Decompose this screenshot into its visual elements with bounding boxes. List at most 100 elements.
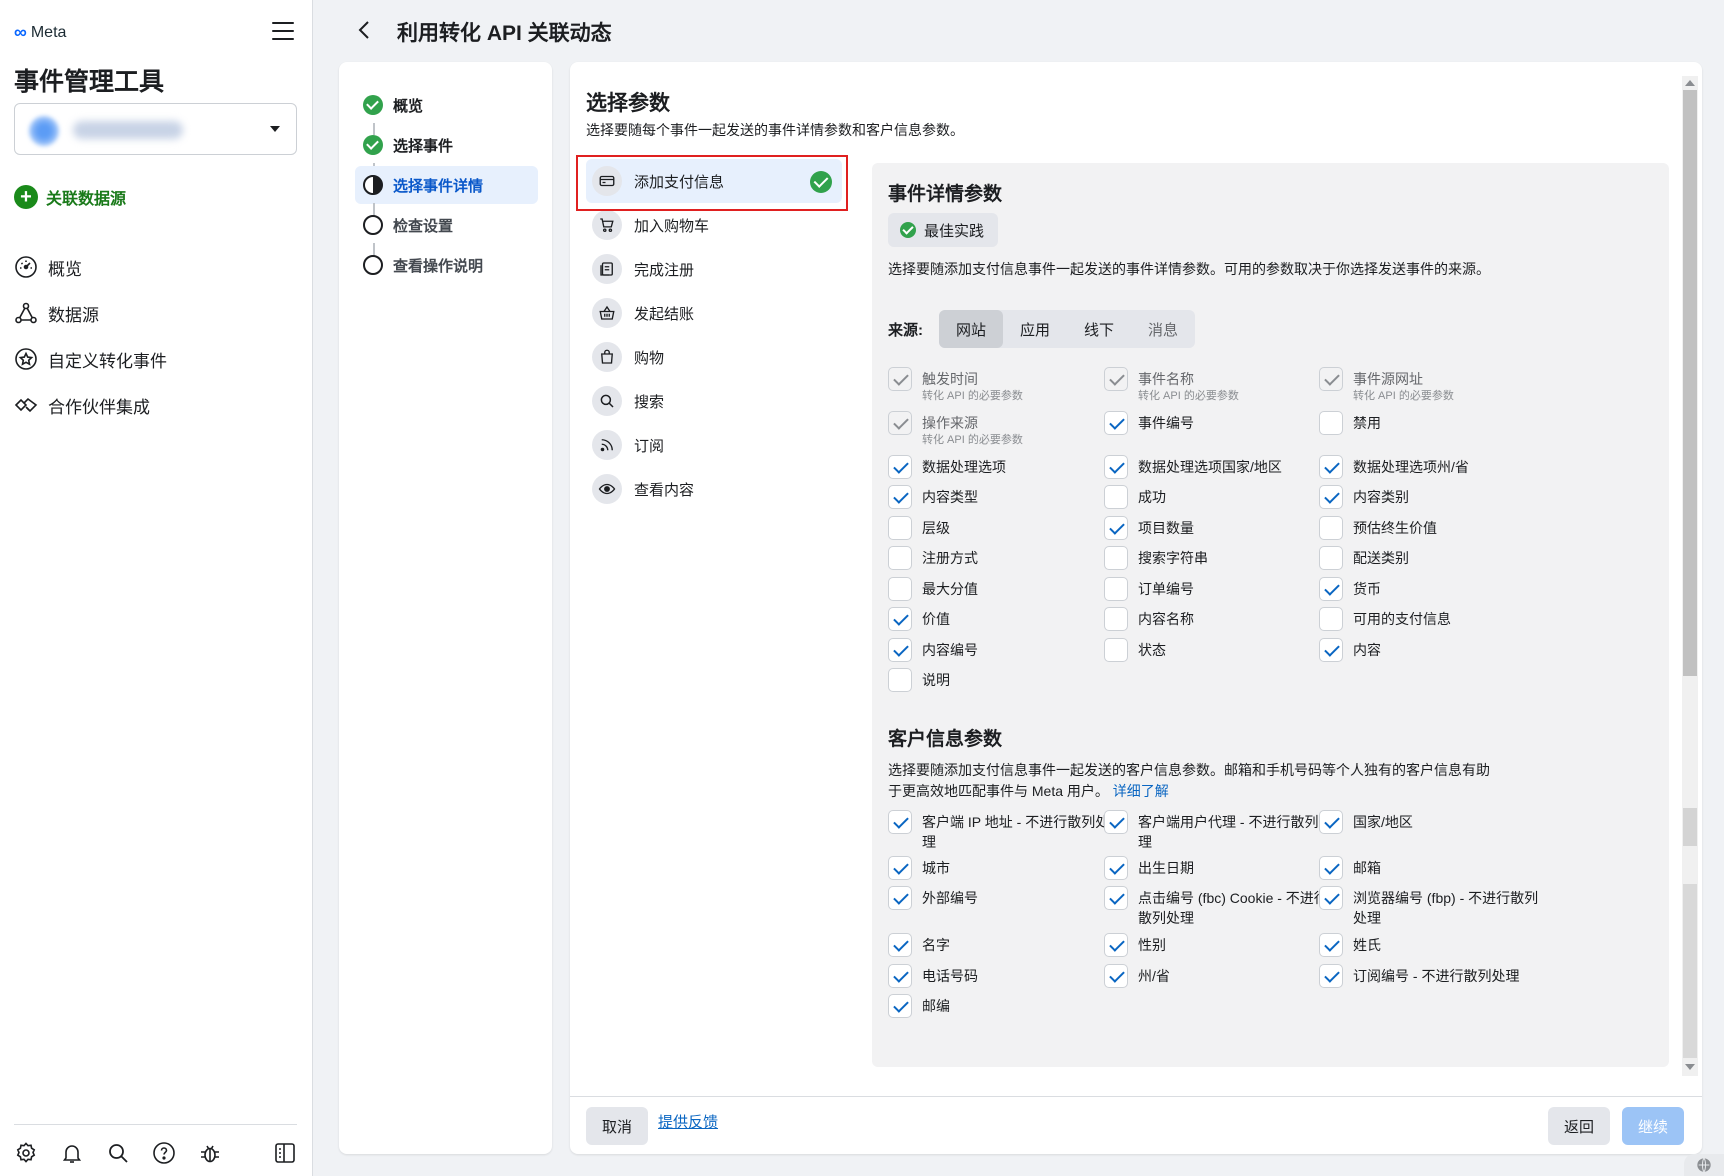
checkbox-checked[interactable] bbox=[1104, 411, 1128, 435]
event-add-to-cart[interactable]: 加入购物车 bbox=[582, 203, 846, 247]
customer-param-item[interactable]: 名字 bbox=[888, 932, 1118, 957]
event-purchase[interactable]: 购物 bbox=[582, 335, 846, 379]
event-param-item[interactable]: 内容名称 bbox=[1104, 606, 1334, 631]
scroll-down-icon[interactable] bbox=[1685, 1064, 1695, 1070]
scroll-up-icon[interactable] bbox=[1685, 80, 1695, 86]
event-param-item[interactable]: 最大分值 bbox=[888, 576, 1118, 601]
event-param-item[interactable]: 成功 bbox=[1104, 484, 1334, 509]
event-param-item[interactable]: 内容类型 bbox=[888, 484, 1118, 509]
learn-more-link[interactable]: 详细了解 bbox=[1113, 783, 1169, 799]
checkbox-unchecked[interactable] bbox=[1104, 638, 1128, 662]
connect-data-source-button[interactable]: + 关联数据源 bbox=[14, 185, 126, 209]
event-param-item[interactable]: 说明 bbox=[888, 667, 1118, 692]
checkbox-unchecked[interactable] bbox=[1104, 577, 1128, 601]
customer-param-item[interactable]: 城市 bbox=[888, 855, 1118, 880]
event-view-content[interactable]: 查看内容 bbox=[582, 467, 846, 511]
customer-param-item[interactable]: 客户端 IP 地址 - 不进行散列处理 bbox=[888, 809, 1118, 852]
customer-param-item[interactable]: 客户端用户代理 - 不进行散列处理 bbox=[1104, 809, 1334, 852]
checkbox-checked[interactable] bbox=[1319, 886, 1343, 910]
event-param-item[interactable]: 注册方式 bbox=[888, 545, 1118, 570]
checkbox-unchecked[interactable] bbox=[888, 577, 912, 601]
event-param-item[interactable]: 项目数量 bbox=[1104, 515, 1334, 540]
panel-toggle-icon[interactable] bbox=[273, 1141, 297, 1165]
checkbox-checked[interactable] bbox=[888, 810, 912, 834]
source-tab-offline[interactable]: 线下 bbox=[1067, 310, 1131, 348]
cancel-button[interactable]: 取消 bbox=[586, 1107, 649, 1145]
step-select-events[interactable]: 选择事件 bbox=[355, 126, 538, 164]
checkbox-checked[interactable] bbox=[1319, 577, 1343, 601]
event-param-item[interactable]: 内容 bbox=[1319, 637, 1549, 662]
event-complete-registration[interactable]: 完成注册 bbox=[582, 247, 846, 291]
back-button[interactable]: 返回 bbox=[1548, 1107, 1611, 1145]
checkbox-checked[interactable] bbox=[1104, 933, 1128, 957]
checkbox-checked[interactable] bbox=[1319, 810, 1343, 834]
checkbox-checked[interactable] bbox=[888, 607, 912, 631]
checkbox-unchecked[interactable] bbox=[888, 516, 912, 540]
checkbox-unchecked[interactable] bbox=[1104, 607, 1128, 631]
event-param-item[interactable]: 可用的支付信息 bbox=[1319, 606, 1549, 631]
customer-param-item[interactable]: 浏览器编号 (fbp) - 不进行散列处理 bbox=[1319, 885, 1549, 928]
feedback-link[interactable]: 提供反馈 bbox=[658, 1111, 718, 1132]
customer-param-item[interactable]: 邮编 bbox=[888, 993, 1118, 1018]
checkbox-checked[interactable] bbox=[888, 886, 912, 910]
event-param-item[interactable]: 内容编号 bbox=[888, 637, 1118, 662]
event-search[interactable]: 搜索 bbox=[582, 379, 846, 423]
source-tab-messaging[interactable]: 消息 bbox=[1131, 310, 1195, 348]
step-overview[interactable]: 概览 bbox=[355, 86, 538, 124]
checkbox-checked[interactable] bbox=[1104, 886, 1128, 910]
checkbox-checked[interactable] bbox=[1104, 455, 1128, 479]
meta-logo[interactable]: ∞ Meta bbox=[14, 22, 66, 43]
checkbox-unchecked[interactable] bbox=[1319, 516, 1343, 540]
help-icon[interactable] bbox=[152, 1141, 176, 1165]
event-param-item[interactable]: 数据处理选项国家/地区 bbox=[1104, 454, 1334, 479]
checkbox-checked[interactable] bbox=[888, 485, 912, 509]
scroll-thumb[interactable] bbox=[1683, 90, 1697, 676]
customer-param-item[interactable]: 姓氏 bbox=[1319, 932, 1549, 957]
event-param-item[interactable]: 事件编号 bbox=[1104, 410, 1334, 435]
customer-param-item[interactable]: 国家/地区 bbox=[1319, 809, 1549, 834]
event-param-item[interactable]: 货币 bbox=[1319, 576, 1549, 601]
event-initiate-checkout[interactable]: 发起结账 bbox=[582, 291, 846, 335]
step-view-instructions[interactable]: 查看操作说明 bbox=[355, 246, 538, 284]
event-add-payment-info[interactable]: 添加支付信息 bbox=[586, 159, 842, 203]
checkbox-checked[interactable] bbox=[888, 933, 912, 957]
checkbox-checked[interactable] bbox=[888, 994, 912, 1018]
customer-param-item[interactable]: 邮箱 bbox=[1319, 855, 1549, 880]
checkbox-checked[interactable] bbox=[888, 856, 912, 880]
event-param-item[interactable]: 订单编号 bbox=[1104, 576, 1334, 601]
customer-param-item[interactable]: 出生日期 bbox=[1104, 855, 1334, 880]
checkbox-unchecked[interactable] bbox=[888, 546, 912, 570]
checkbox-checked[interactable] bbox=[1104, 964, 1128, 988]
sidebar-item-data-sources[interactable]: 数据源 bbox=[14, 290, 167, 336]
checkbox-checked[interactable] bbox=[888, 638, 912, 662]
globe-icon[interactable] bbox=[1684, 1154, 1724, 1176]
event-param-item[interactable]: 触发时间 转化 API 的必要参数 bbox=[888, 366, 1118, 403]
checkbox-checked[interactable] bbox=[1104, 516, 1128, 540]
customer-param-item[interactable]: 点击编号 (fbc) Cookie - 不进行散列处理 bbox=[1104, 885, 1334, 928]
event-param-item[interactable]: 操作来源 转化 API 的必要参数 bbox=[888, 410, 1118, 447]
checkbox-unchecked[interactable] bbox=[888, 668, 912, 692]
step-select-event-details[interactable]: 选择事件详情 bbox=[355, 166, 538, 204]
event-param-item[interactable]: 搜索字符串 bbox=[1104, 545, 1334, 570]
menu-toggle-icon[interactable] bbox=[272, 22, 294, 42]
settings-icon[interactable] bbox=[14, 1141, 38, 1165]
checkbox-checked[interactable] bbox=[1104, 856, 1128, 880]
account-selector[interactable] bbox=[14, 103, 297, 155]
event-subscribe[interactable]: 订阅 bbox=[582, 423, 846, 467]
customer-param-item[interactable]: 州/省 bbox=[1104, 963, 1334, 988]
vertical-scrollbar[interactable] bbox=[1682, 76, 1698, 1076]
checkbox-checked[interactable] bbox=[1319, 455, 1343, 479]
checkbox-checked[interactable] bbox=[1319, 485, 1343, 509]
event-param-item[interactable]: 事件名称 转化 API 的必要参数 bbox=[1104, 366, 1334, 403]
customer-param-item[interactable]: 性别 bbox=[1104, 932, 1334, 957]
step-review-settings[interactable]: 检查设置 bbox=[355, 206, 538, 244]
sidebar-item-overview[interactable]: 概览 bbox=[14, 244, 167, 290]
continue-button[interactable]: 继续 bbox=[1622, 1107, 1684, 1145]
checkbox-checked[interactable] bbox=[1319, 964, 1343, 988]
best-practice-badge[interactable]: 最佳实践 bbox=[888, 213, 999, 247]
sidebar-item-partner-integrations[interactable]: 合作伙伴集成 bbox=[14, 382, 167, 428]
checkbox-unchecked[interactable] bbox=[1319, 607, 1343, 631]
checkbox-unchecked[interactable] bbox=[1319, 411, 1343, 435]
customer-param-item[interactable]: 订阅编号 - 不进行散列处理 bbox=[1319, 963, 1549, 988]
source-tab-app[interactable]: 应用 bbox=[1003, 310, 1067, 348]
